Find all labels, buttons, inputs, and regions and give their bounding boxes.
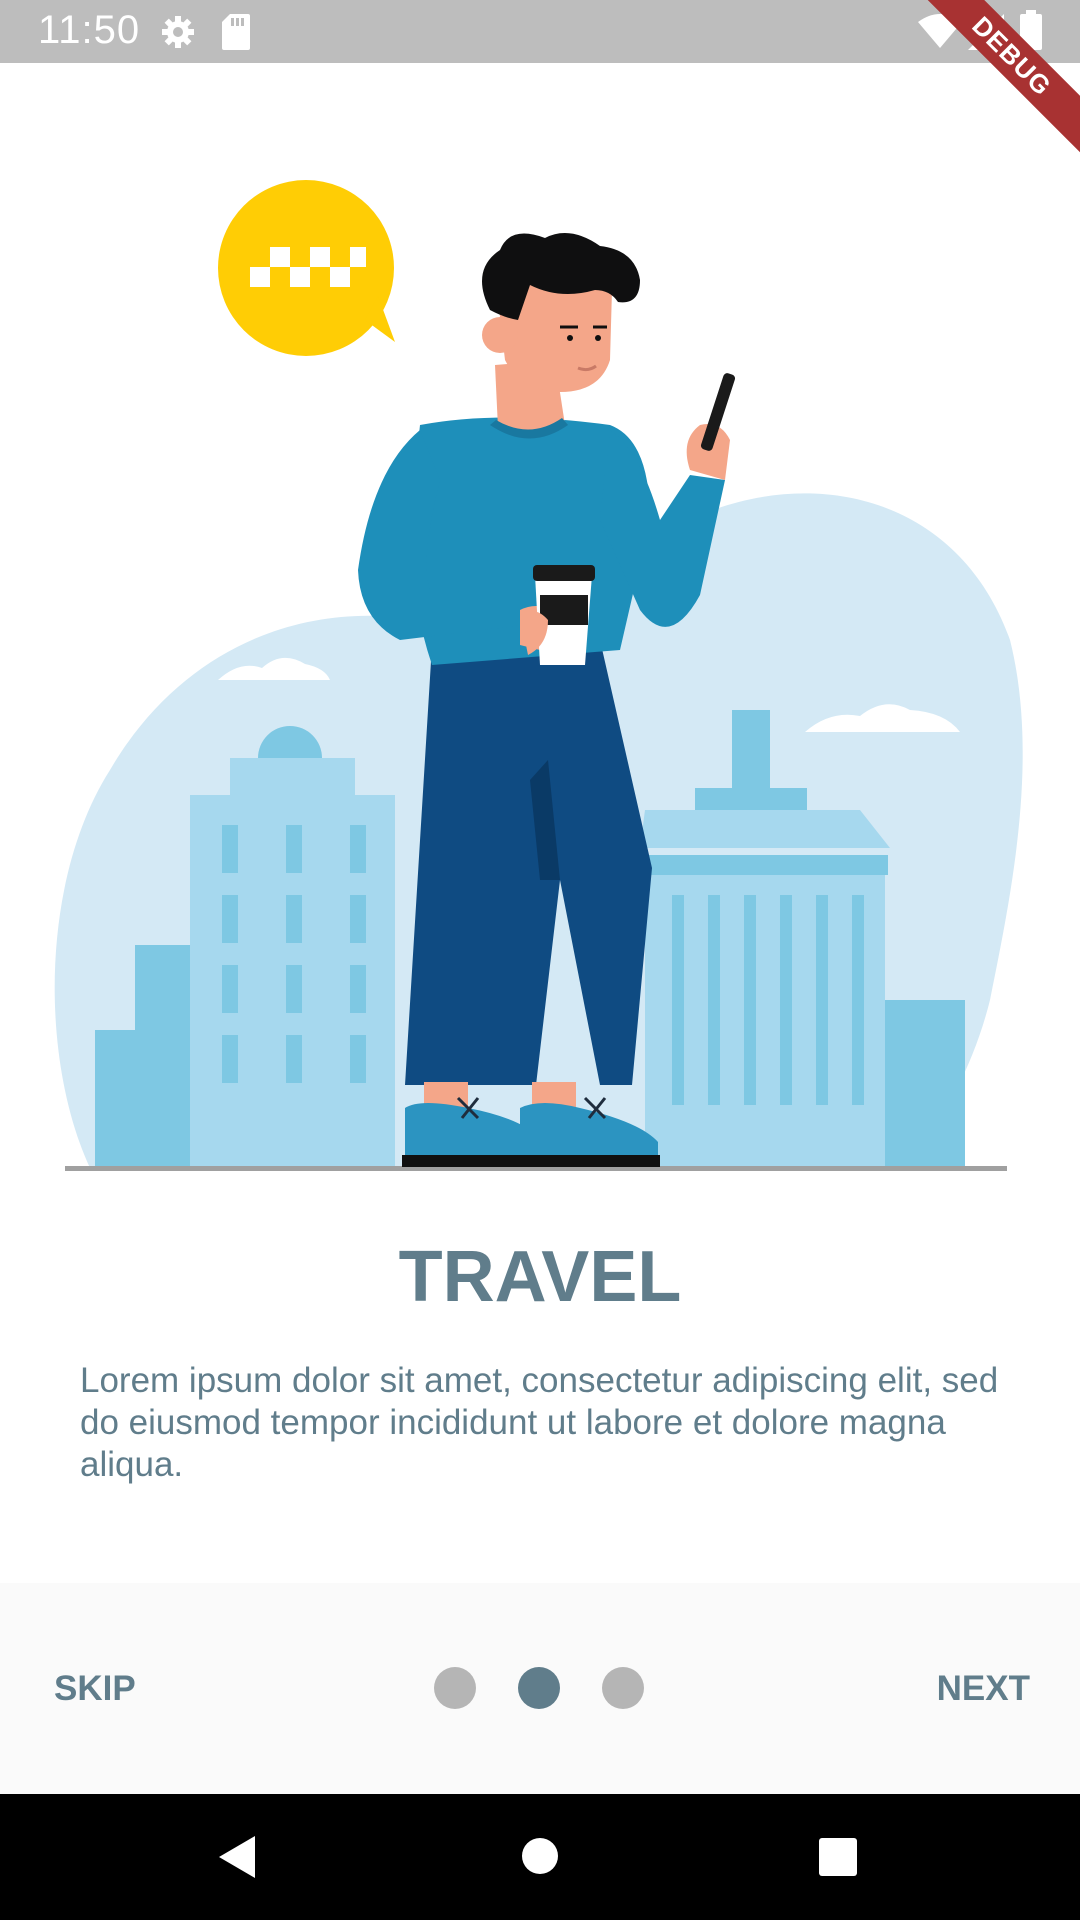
page-indicator-dot[interactable] bbox=[602, 1667, 644, 1709]
onboarding-screen: 11:50 DEBUG TRAVEL Lorem ipsum dolor sit… bbox=[0, 0, 1080, 1920]
building bbox=[135, 945, 195, 1168]
taxi-bubble bbox=[218, 180, 395, 356]
home-icon[interactable] bbox=[520, 1836, 560, 1876]
building bbox=[695, 788, 807, 810]
page-indicator-dot[interactable] bbox=[434, 1667, 476, 1709]
back-icon[interactable] bbox=[215, 1834, 259, 1880]
sd-card-icon bbox=[222, 14, 250, 50]
navigation-bar bbox=[0, 1794, 1080, 1920]
building bbox=[638, 855, 888, 875]
skip-button[interactable]: SKIP bbox=[54, 1669, 136, 1709]
page-title: TRAVEL bbox=[398, 1237, 682, 1317]
settings-icon bbox=[162, 16, 194, 48]
recents-icon[interactable] bbox=[818, 1837, 858, 1877]
status-time: 11:50 bbox=[38, 8, 141, 52]
page-description: Lorem ipsum dolor sit amet, consectetur … bbox=[80, 1361, 999, 1484]
building-roof bbox=[640, 810, 890, 848]
building-antenna bbox=[732, 710, 770, 800]
onboarding-controls: SKIP NEXT bbox=[0, 1583, 1080, 1794]
travel-illustration bbox=[54, 180, 1023, 1171]
page-indicator-dot-active[interactable] bbox=[518, 1667, 560, 1709]
next-button[interactable]: NEXT bbox=[937, 1669, 1030, 1709]
status-bar: 11:50 bbox=[0, 0, 1080, 63]
